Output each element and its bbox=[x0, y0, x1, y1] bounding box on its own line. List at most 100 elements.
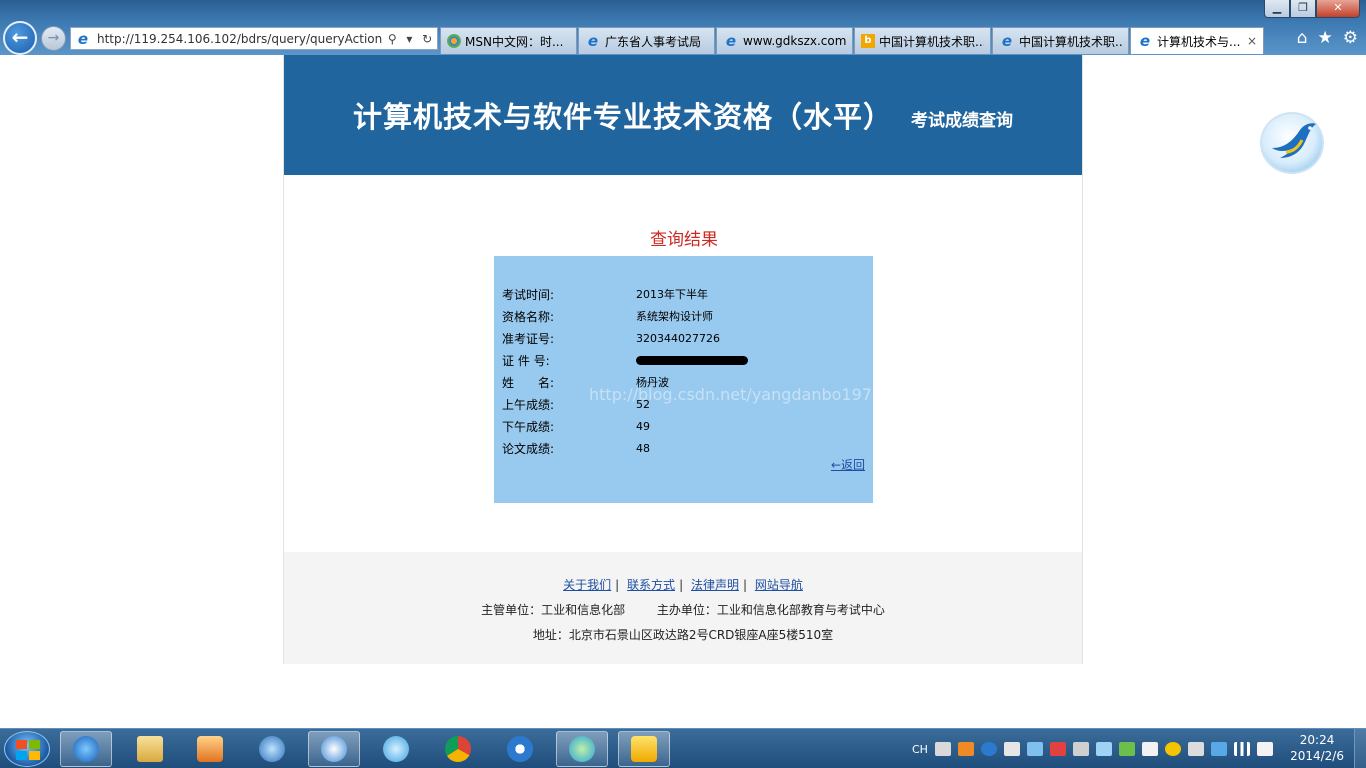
footer-links: 关于我们 | 联系方式 | 法律声明 | 网站导航 bbox=[284, 576, 1082, 593]
tray-player-icon[interactable] bbox=[980, 742, 997, 756]
taskbar-browser[interactable] bbox=[308, 731, 360, 767]
browser-toolbar-right: ⌂ ★ ⚙ bbox=[1297, 28, 1358, 48]
row-value: 2013年下半年 bbox=[636, 288, 708, 301]
tab-label: www.gdkszx.com... bbox=[743, 34, 846, 48]
row-label: 证 件 号: bbox=[502, 353, 550, 368]
tab-label: 广东省人事考试局 bbox=[605, 34, 702, 49]
footer-link-contact[interactable]: 联系方式 bbox=[627, 578, 675, 592]
taskbar-cloud[interactable] bbox=[370, 731, 422, 767]
tray-network-app-icon[interactable] bbox=[1026, 742, 1043, 756]
language-indicator[interactable]: CH bbox=[912, 743, 928, 756]
row-value: 系统架构设计师 bbox=[636, 310, 713, 323]
tab-gd-exam[interactable]: e 广东省人事考试局 bbox=[578, 27, 715, 54]
row-label: 论文成绩: bbox=[502, 441, 555, 456]
tab-label: 中国计算机技术职... bbox=[1019, 34, 1122, 49]
favorites-icon[interactable]: ★ bbox=[1318, 28, 1333, 48]
ie-icon: e bbox=[725, 32, 737, 50]
taskbar-zone[interactable] bbox=[618, 731, 670, 767]
dropdown-icon[interactable]: ▾ bbox=[406, 32, 412, 46]
page-banner: 计算机技术与软件专业技术资格（水平） 考试成绩查询 bbox=[284, 55, 1082, 175]
taskbar-ie[interactable] bbox=[60, 731, 112, 767]
usb-icon[interactable] bbox=[1187, 742, 1204, 756]
tray-app-icon[interactable] bbox=[957, 742, 974, 756]
forward-button[interactable]: → bbox=[41, 26, 66, 51]
home-icon[interactable]: ⌂ bbox=[1297, 28, 1308, 48]
minimize-button[interactable]: ▁ bbox=[1264, 0, 1290, 18]
result-row: 论文成绩: 48 bbox=[502, 437, 865, 459]
tray-storage-icon[interactable] bbox=[1141, 742, 1158, 756]
result-card: 考试时间: 2013年下半年 资格名称: 系统架构设计师 准考证号: 32034… bbox=[494, 256, 882, 503]
taskbar-chrome[interactable] bbox=[432, 731, 484, 767]
row-value: 320344027726 bbox=[636, 331, 720, 345]
footer-link-sitemap[interactable]: 网站导航 bbox=[755, 578, 803, 592]
tray-tool-icon[interactable] bbox=[1072, 742, 1089, 756]
volume-icon[interactable] bbox=[1256, 742, 1273, 756]
result-row: 准考证号: 320344027726 bbox=[502, 327, 865, 349]
taskbar-thunder[interactable] bbox=[246, 731, 298, 767]
cloud-icon bbox=[383, 736, 409, 762]
tray-security-icon[interactable] bbox=[1118, 742, 1135, 756]
tab-label: 计算机技术与... bbox=[1157, 34, 1241, 49]
window-controls: ▁ ❐ ✕ bbox=[1264, 0, 1360, 19]
row-label: 下午成绩: bbox=[502, 419, 555, 434]
row-label: 资格名称: bbox=[502, 309, 555, 324]
result-row: 资格名称: 系统架构设计师 bbox=[502, 305, 865, 327]
footer-units: 主管单位：工业和信息化部 主办单位：工业和信息化部教育与考试中心 bbox=[284, 601, 1082, 618]
qq-icon[interactable] bbox=[1164, 742, 1181, 756]
tray-device-icon[interactable] bbox=[1003, 742, 1020, 756]
footer-link-about[interactable]: 关于我们 bbox=[563, 578, 611, 592]
app-icon bbox=[569, 736, 595, 762]
action-center-icon[interactable] bbox=[1049, 742, 1066, 756]
tab-close-icon[interactable]: × bbox=[1247, 34, 1257, 48]
ime-icon[interactable] bbox=[934, 742, 951, 756]
system-tray: CH bbox=[912, 729, 1273, 768]
thunder-bird-icon[interactable] bbox=[1260, 112, 1324, 174]
media-player-icon bbox=[197, 736, 223, 762]
settings-icon[interactable]: ⚙ bbox=[1343, 28, 1358, 48]
tab-label: 中国计算机技术职... bbox=[879, 34, 984, 49]
tab-ruankao[interactable]: e 中国计算机技术职... bbox=[992, 27, 1129, 54]
address-actions: ⚲ ▾ ↻ bbox=[383, 32, 437, 46]
chrome-icon bbox=[445, 736, 471, 762]
result-row: 下午成绩: 49 bbox=[502, 415, 865, 437]
tab-score-query[interactable]: e 计算机技术与... × bbox=[1130, 27, 1264, 54]
ie-icon: e bbox=[587, 32, 599, 50]
result-row: 考试时间: 2013年下半年 bbox=[502, 283, 865, 305]
id-number-redacted bbox=[636, 354, 748, 367]
address-bar[interactable]: e http://119.254.106.102/bdrs/query/quer… bbox=[70, 27, 438, 50]
bluetooth-icon[interactable] bbox=[1095, 742, 1112, 756]
tab-ruankao-bing[interactable]: b 中国计算机技术职... bbox=[854, 27, 991, 54]
row-value: 49 bbox=[636, 419, 650, 433]
footer-supervisor: 主管单位：工业和信息化部 bbox=[481, 603, 626, 617]
start-button[interactable] bbox=[4, 731, 50, 767]
tab-gdkszx[interactable]: e www.gdkszx.com... bbox=[716, 27, 853, 54]
row-label: 考试时间: bbox=[502, 287, 555, 302]
bing-icon: b bbox=[861, 34, 875, 48]
tray-window-icon[interactable] bbox=[1210, 742, 1227, 756]
watermark: http://blog.csdn.net/yangdanbo1975 bbox=[589, 385, 883, 404]
signal-icon[interactable] bbox=[1233, 742, 1250, 756]
show-desktop-button[interactable] bbox=[1354, 729, 1366, 768]
refresh-icon[interactable]: ↻ bbox=[422, 32, 432, 46]
back-button[interactable]: ← bbox=[3, 21, 37, 55]
banner-subtitle: 考试成绩查询 bbox=[911, 110, 1013, 131]
close-window-button[interactable]: ✕ bbox=[1316, 0, 1360, 18]
ie-icon: e bbox=[1001, 32, 1013, 50]
back-link[interactable]: ←返回 bbox=[831, 456, 865, 473]
taskbar-explorer[interactable] bbox=[124, 731, 176, 767]
footer-link-legal[interactable]: 法律声明 bbox=[691, 578, 739, 592]
search-icon[interactable]: ⚲ bbox=[388, 32, 397, 46]
clock[interactable]: 20:24 2014/2/6 bbox=[1290, 732, 1344, 764]
tab-strip: MSN中文网：时... e 广东省人事考试局 e www.gdkszx.com.… bbox=[440, 27, 1265, 54]
taskbar-player[interactable] bbox=[494, 731, 546, 767]
page-content: 计算机技术与软件专业技术资格（水平） 考试成绩查询 查询结果 考试时间: 201… bbox=[283, 55, 1083, 664]
taskbar-app[interactable] bbox=[556, 731, 608, 767]
tab-msn[interactable]: MSN中文网：时... bbox=[440, 27, 577, 54]
url-text[interactable]: http://119.254.106.102/bdrs/query/queryA… bbox=[97, 32, 383, 46]
ie-icon: e bbox=[77, 29, 89, 48]
maximize-button[interactable]: ❐ bbox=[1290, 0, 1316, 18]
footer-separator: | bbox=[615, 578, 620, 592]
clock-time: 20:24 bbox=[1299, 733, 1335, 747]
taskbar-media[interactable] bbox=[184, 731, 236, 767]
footer-separator: | bbox=[679, 578, 684, 592]
